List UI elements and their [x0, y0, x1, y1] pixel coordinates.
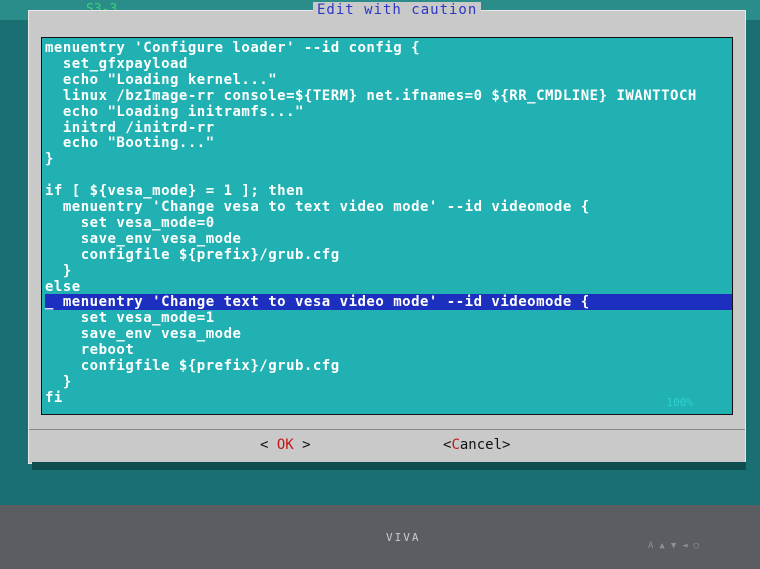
editor-line[interactable]: set vesa_mode=0: [45, 215, 215, 231]
editor-line[interactable]: }: [45, 151, 54, 167]
editor-line[interactable]: }: [45, 263, 72, 279]
monitor-screen: S3-3 Edit with caution menuentry 'Config…: [0, 0, 760, 505]
editor-line[interactable]: set vesa_mode=1: [45, 310, 215, 326]
editor-line[interactable]: save_env vesa_mode: [45, 231, 241, 247]
text-editor[interactable]: menuentry 'Configure loader' --id config…: [41, 37, 733, 415]
dialog-shadow: [32, 462, 746, 470]
edit-dialog: Edit with caution menuentry 'Configure l…: [28, 2, 746, 464]
cancel-button[interactable]: <Cancel>: [443, 437, 510, 453]
monitor-logo: VIVA: [386, 531, 421, 544]
editor-line[interactable]: echo "Loading initramfs...": [45, 104, 304, 120]
editor-line[interactable]: set_gfxpayload: [45, 56, 188, 72]
monitor-buttons: A▲▼◄◯: [648, 541, 706, 551]
editor-line[interactable]: linux /bzImage-rr console=${TERM} net.if…: [45, 88, 697, 104]
editor-line[interactable]: configfile ${prefix}/grub.cfg: [45, 358, 340, 374]
dialog-title: Edit with caution: [313, 2, 482, 18]
editor-line-selected[interactable]: _ menuentry 'Change text to vesa video m…: [45, 294, 732, 311]
ok-button[interactable]: < OK >: [260, 437, 311, 453]
scroll-percent: 100%: [666, 396, 694, 409]
divider: [29, 429, 745, 430]
editor-line[interactable]: menuentry 'Configure loader' --id config…: [45, 40, 420, 56]
editor-line[interactable]: fi: [45, 390, 63, 406]
button-row: < OK > <Cancel>: [29, 437, 745, 457]
ok-label: OK: [276, 437, 294, 453]
monitor-bezel: [0, 505, 760, 569]
cancel-label: Cancel: [451, 437, 502, 453]
editor-line[interactable]: echo "Loading kernel...": [45, 72, 277, 88]
editor-line[interactable]: }: [45, 374, 72, 390]
editor-line[interactable]: if [ ${vesa_mode} = 1 ]; then: [45, 183, 304, 199]
editor-line[interactable]: save_env vesa_mode: [45, 326, 241, 342]
editor-line[interactable]: echo "Booting...": [45, 135, 215, 151]
cancel-hotkey: C: [451, 437, 460, 453]
editor-line[interactable]: menuentry 'Change vesa to text video mod…: [45, 199, 590, 215]
editor-line[interactable]: initrd /initrd-rr: [45, 120, 215, 136]
editor-line[interactable]: configfile ${prefix}/grub.cfg: [45, 247, 340, 263]
editor-line[interactable]: else: [45, 279, 81, 295]
editor-line[interactable]: reboot: [45, 342, 134, 358]
cancel-label-rest: ancel: [459, 437, 503, 453]
